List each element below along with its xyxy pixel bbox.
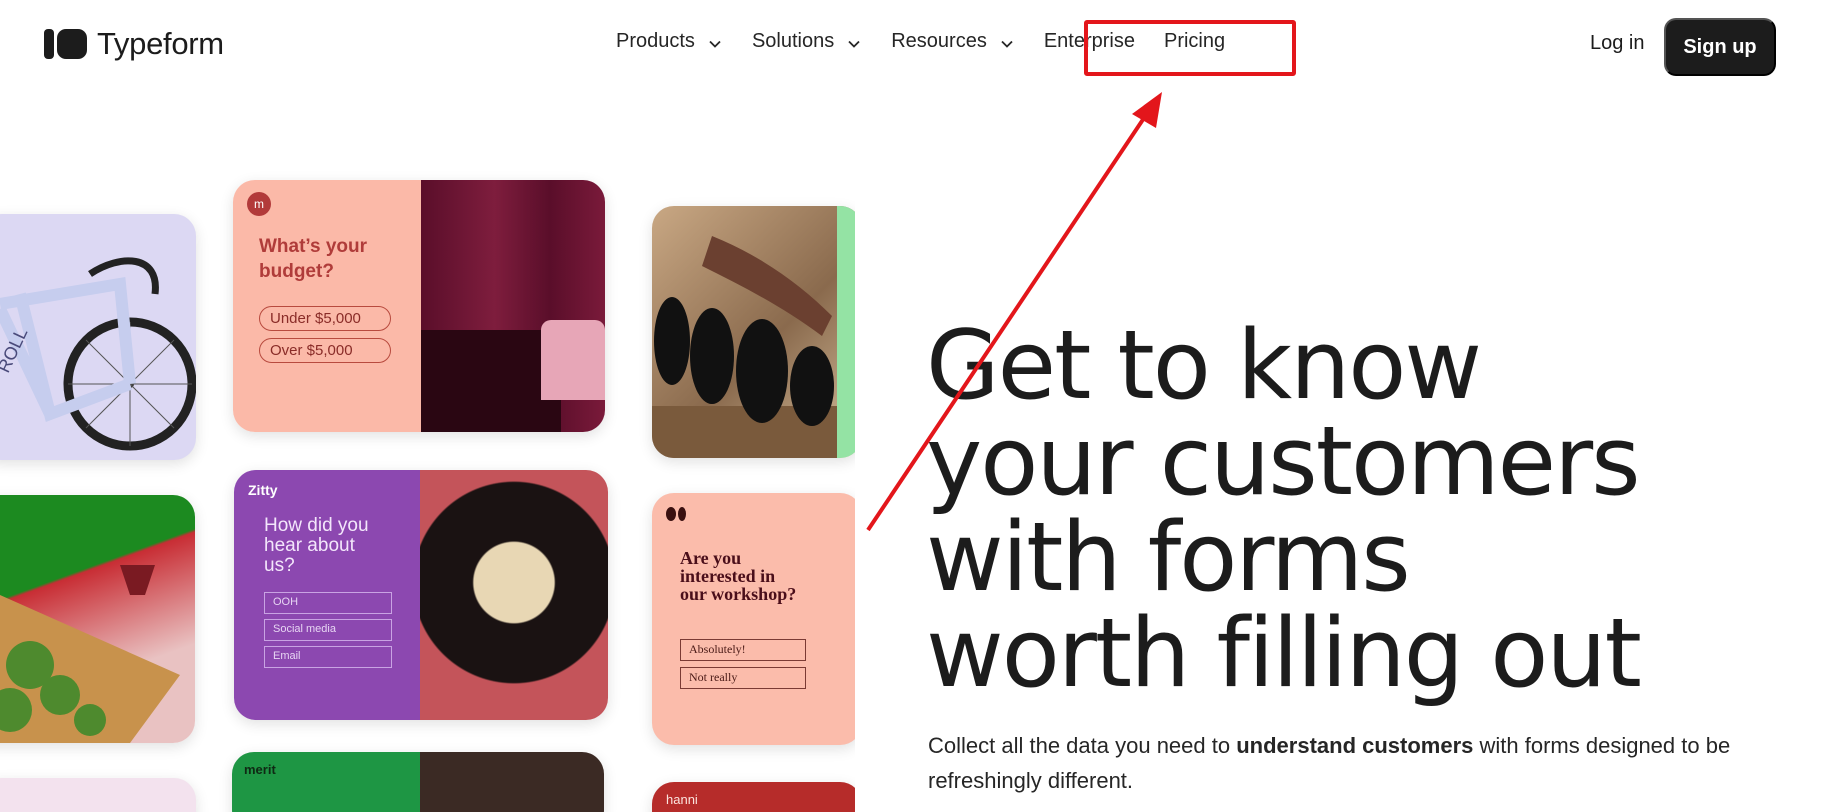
hanni-card: hanni	[652, 782, 855, 812]
salad-card	[0, 495, 195, 743]
merit-brand: merit	[244, 762, 276, 777]
typeform-logo[interactable]: Typeform	[44, 26, 224, 62]
hero-title-line: worth filling out	[926, 599, 1642, 709]
workshop-option[interactable]: Not really	[680, 667, 806, 689]
hero-subtitle: Collect all the data you need to underst…	[928, 728, 1798, 798]
nav-resources[interactable]: Resources	[891, 30, 1015, 53]
zitty-form-card: Zitty How did you hear about us? OOH Soc…	[234, 470, 608, 720]
logo-text: Typeform	[97, 26, 224, 61]
hero-subtitle-bold: understand customers	[1236, 733, 1474, 758]
site-header: Typeform Products Solutions Resources En…	[0, 0, 1844, 92]
nav-products-label: Products	[616, 30, 695, 52]
chevron-down-icon	[1001, 40, 1013, 48]
bike-card: ROLL	[0, 214, 196, 460]
annotation-highlight-box	[1084, 20, 1296, 76]
chevron-down-icon	[709, 40, 721, 48]
budget-option[interactable]: Over $5,000	[259, 338, 391, 363]
hero-subtitle-pre: Collect all the data you need to	[928, 733, 1237, 758]
login-link[interactable]: Log in	[1590, 32, 1645, 55]
budget-form-card: m What’s your budget? Under $5,000 Over …	[233, 180, 605, 432]
nav-solutions[interactable]: Solutions	[752, 30, 862, 53]
nav-products[interactable]: Products	[616, 30, 723, 53]
zitty-option[interactable]: Email	[264, 646, 392, 668]
workshop-question: Are you interested in our workshop?	[680, 548, 797, 604]
nav-solutions-label: Solutions	[751, 30, 835, 52]
typeform-logo-icon	[44, 29, 87, 59]
form-examples-gallery: ROLL m What’s your budget? Under $5,000 …	[0, 160, 855, 812]
brand-badge-icon	[666, 507, 686, 521]
brand-badge-icon: m	[247, 192, 271, 216]
hanni-brand: hanni	[666, 792, 698, 807]
partial-card	[0, 778, 196, 812]
zitty-option[interactable]: Social media	[264, 619, 392, 641]
workshop-option[interactable]: Absolutely!	[680, 639, 806, 661]
chevron-down-icon	[848, 40, 860, 48]
workshop-form-card: Are you interested in our workshop? Abso…	[652, 493, 855, 745]
zitty-option[interactable]: OOH	[264, 592, 392, 614]
hero-title-line: your customers	[926, 407, 1641, 517]
nav-resources-label: Resources	[891, 30, 987, 52]
zitty-brand: Zitty	[248, 482, 278, 498]
budget-option[interactable]: Under $5,000	[259, 306, 391, 331]
merit-card: merit	[232, 752, 604, 812]
hero-title-line: with forms	[926, 503, 1411, 613]
budget-question: What’s your budget?	[259, 236, 368, 282]
zitty-question: How did you hear about us?	[264, 515, 369, 576]
hero-title-line: Get to know	[926, 311, 1482, 421]
hero-title: Get to know your customers with forms wo…	[926, 318, 1806, 702]
bike-illustration: ROLL	[0, 257, 196, 451]
signup-button[interactable]: Sign up	[1664, 18, 1776, 76]
weights-card	[652, 206, 855, 458]
